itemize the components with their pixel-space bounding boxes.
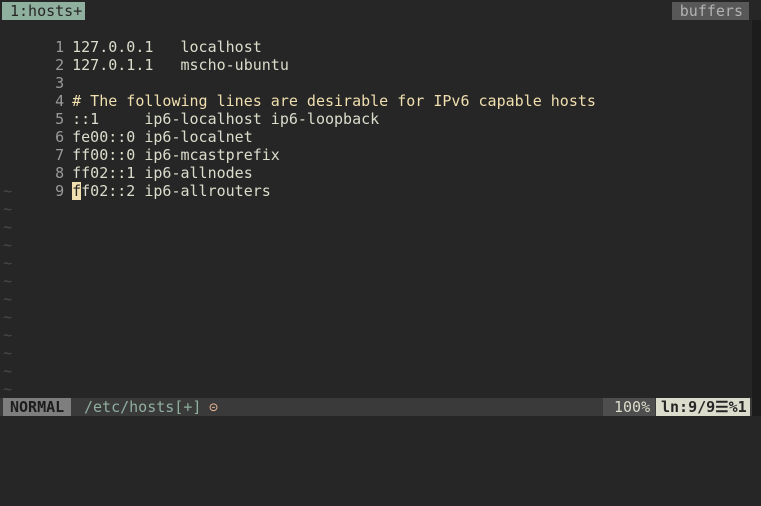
code-line: 7 ff00::0 ip6-mcastprefix xyxy=(0,128,280,164)
code-line: 5::1 ip6-localhost ip6-loopback xyxy=(0,92,379,128)
file-path: /etc/hosts[+] xyxy=(84,398,202,416)
tabline: 1:hosts+ buffers xyxy=(0,0,761,20)
right-edge-strip xyxy=(752,20,761,416)
empty-line-marker: ~ xyxy=(3,344,13,362)
text-cursor: f xyxy=(72,182,82,200)
code-line: 9 ff02::2 ip6-allrouters xyxy=(0,164,271,200)
code-line: 2 127.0.1.1 mscho-ubuntu xyxy=(0,38,289,74)
empty-line-marker: ~ xyxy=(3,272,13,290)
empty-line-marker: ~ xyxy=(3,290,13,308)
empty-line-marker: ~ xyxy=(3,236,13,254)
line-number: 9 xyxy=(55,182,65,200)
empty-line-marker: ~ xyxy=(3,200,13,218)
buffers-label[interactable]: buffers xyxy=(671,2,749,20)
editor-buffer[interactable]: 1 127.0.0.1 localhost 2 127.0.1.1 mscho-ub… xyxy=(0,20,752,398)
line-text: 127.0.1.1 mscho-ubuntu xyxy=(72,56,289,74)
code-line: 1 127.0.0.1 localhost xyxy=(0,20,262,56)
empty-line-marker: ~ xyxy=(3,182,13,200)
code-line: 4 # The following lines are desirable for… xyxy=(0,74,596,110)
warning-icon: ⊝ xyxy=(209,398,219,416)
empty-line-marker: ~ xyxy=(3,380,13,398)
cursor-position: ln:9/9☰%1 xyxy=(656,398,750,416)
empty-line-marker: ~ xyxy=(3,362,13,380)
tab-hosts[interactable]: 1:hosts+ xyxy=(2,2,86,20)
mode-indicator: NORMAL xyxy=(3,398,72,416)
empty-line-marker: ~ xyxy=(3,308,13,326)
empty-line-marker: ~ xyxy=(3,218,13,236)
line-text: f02::2 ip6-allrouters xyxy=(81,182,271,200)
empty-line-marker: ~ xyxy=(3,326,13,344)
statusline: NORMAL /etc/hosts[+] ⊝ 100% ln:9/9☰%1 xyxy=(0,398,752,416)
code-line: 8 ff02::1 ip6-allnodes xyxy=(0,146,253,182)
scroll-percent: 100% xyxy=(603,398,656,416)
code-line: 6 fe00::0 ip6-localnet xyxy=(0,110,253,146)
code-line: 3 xyxy=(0,56,72,92)
empty-line-marker: ~ xyxy=(3,254,13,272)
